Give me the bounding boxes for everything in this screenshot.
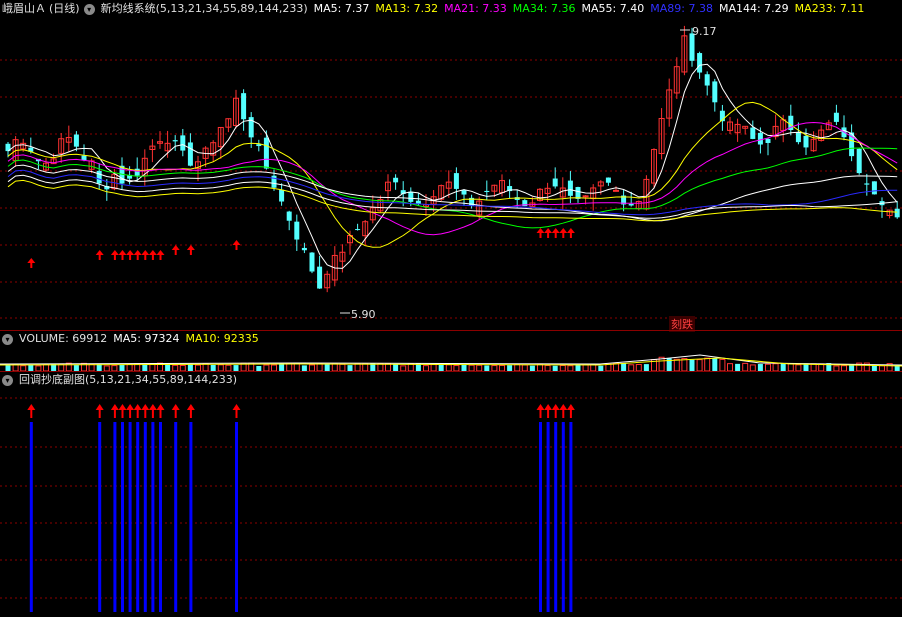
candle-body — [180, 135, 186, 151]
volume-bar — [712, 358, 718, 371]
volume-ma5-line — [0, 354, 902, 366]
volume-bar — [689, 359, 695, 371]
candle-body — [864, 183, 870, 185]
volume-bar — [735, 363, 741, 371]
candle-body — [408, 191, 414, 202]
candle-body — [294, 221, 300, 240]
candle-body — [803, 135, 809, 148]
candle-body — [96, 170, 102, 184]
candle-body — [712, 81, 718, 103]
volume-bar — [293, 363, 300, 371]
volume-panel[interactable] — [0, 347, 902, 371]
sub-indicator-header: ▾ 回调抄底副图(5,13,21,34,55,89,144,233) — [0, 372, 902, 388]
volume-ma5: MA5: 97324 — [113, 332, 180, 345]
candle-body — [317, 266, 323, 289]
candle-body — [81, 155, 87, 161]
moving-average-line — [7, 121, 898, 236]
volume-ma10-line — [0, 357, 902, 367]
low-price-label: 5.90 — [351, 308, 376, 321]
volume-bar — [643, 364, 649, 371]
candle-body — [567, 180, 573, 196]
candle-body — [757, 132, 763, 145]
moving-average-line — [7, 63, 898, 269]
volume-bar — [621, 363, 627, 371]
volume-bar — [339, 363, 346, 371]
sub-indicator-title[interactable]: 回调抄底副图(5,13,21,34,55,89,144,233) — [19, 372, 237, 388]
volume-bar — [681, 358, 688, 371]
volume-bar — [142, 364, 148, 371]
volume-bar — [362, 363, 369, 371]
candle-body — [172, 140, 178, 142]
candle-body — [286, 211, 292, 221]
volume-bar — [385, 363, 391, 371]
candle-body — [73, 134, 79, 147]
volume-value: VOLUME: 69912 — [19, 332, 108, 345]
volume-menu-icon[interactable]: ▾ — [2, 333, 13, 345]
volume-bar — [279, 363, 285, 371]
volume-bar — [331, 363, 338, 371]
candle-body — [613, 189, 619, 192]
sub-indicator-menu-icon[interactable]: ▾ — [2, 374, 13, 386]
moving-average-line — [7, 147, 898, 229]
candle-body — [279, 189, 285, 202]
candle-body — [309, 252, 315, 272]
candle-body — [453, 173, 459, 189]
volume-bar — [605, 363, 612, 371]
candle-body — [552, 178, 558, 187]
candle-body — [263, 137, 269, 169]
volume-bar — [613, 362, 619, 371]
candle-body — [271, 175, 277, 188]
volume-bar — [727, 363, 733, 371]
candle-body — [765, 138, 771, 143]
volume-chart[interactable] — [0, 347, 902, 371]
candlestick-chart[interactable] — [0, 0, 902, 330]
candle-body — [833, 112, 839, 122]
candle-body — [461, 190, 467, 195]
candle-body — [301, 247, 307, 251]
volume-bar — [316, 363, 323, 371]
candle-body — [628, 203, 634, 206]
volume-bar — [765, 363, 771, 371]
volume-bar — [673, 358, 680, 371]
volume-bar — [393, 364, 399, 371]
candle-body — [704, 74, 710, 86]
volume-bar — [704, 357, 711, 371]
moving-average-line — [7, 101, 898, 248]
candle-body — [241, 93, 247, 120]
volume-bar — [787, 363, 794, 371]
volume-bar — [377, 363, 384, 371]
candle-body — [355, 229, 361, 231]
candlestick-panel[interactable]: 9.17 5.90 刻跌 — [0, 0, 902, 332]
candle-body — [393, 177, 399, 183]
candle-body — [582, 195, 589, 198]
signal-chart[interactable] — [0, 388, 902, 617]
volume-bar — [696, 359, 703, 371]
volume-bar — [772, 363, 779, 371]
candle-body — [187, 142, 193, 166]
volume-bar — [187, 363, 193, 371]
candle-body — [856, 148, 862, 174]
volume-bar — [719, 358, 726, 371]
volume-ma10: MA10: 92335 — [185, 332, 259, 345]
volume-header: ▾ VOLUME: 69912 MA5: 97324 MA10: 92335 — [0, 331, 902, 347]
volume-bar — [780, 363, 786, 371]
high-price-label: 9.17 — [692, 25, 717, 38]
volume-bar — [757, 364, 763, 371]
sub-indicator-panel[interactable] — [0, 388, 902, 617]
volume-bar — [324, 364, 330, 371]
candle-body — [795, 132, 801, 143]
candle-body — [871, 181, 877, 195]
candle-body — [605, 177, 611, 183]
candle-body — [894, 208, 900, 218]
candle-body — [484, 190, 490, 193]
volume-bar — [742, 362, 749, 371]
candle-body — [575, 187, 581, 199]
candle-body — [697, 53, 703, 73]
candle-body — [750, 127, 756, 139]
